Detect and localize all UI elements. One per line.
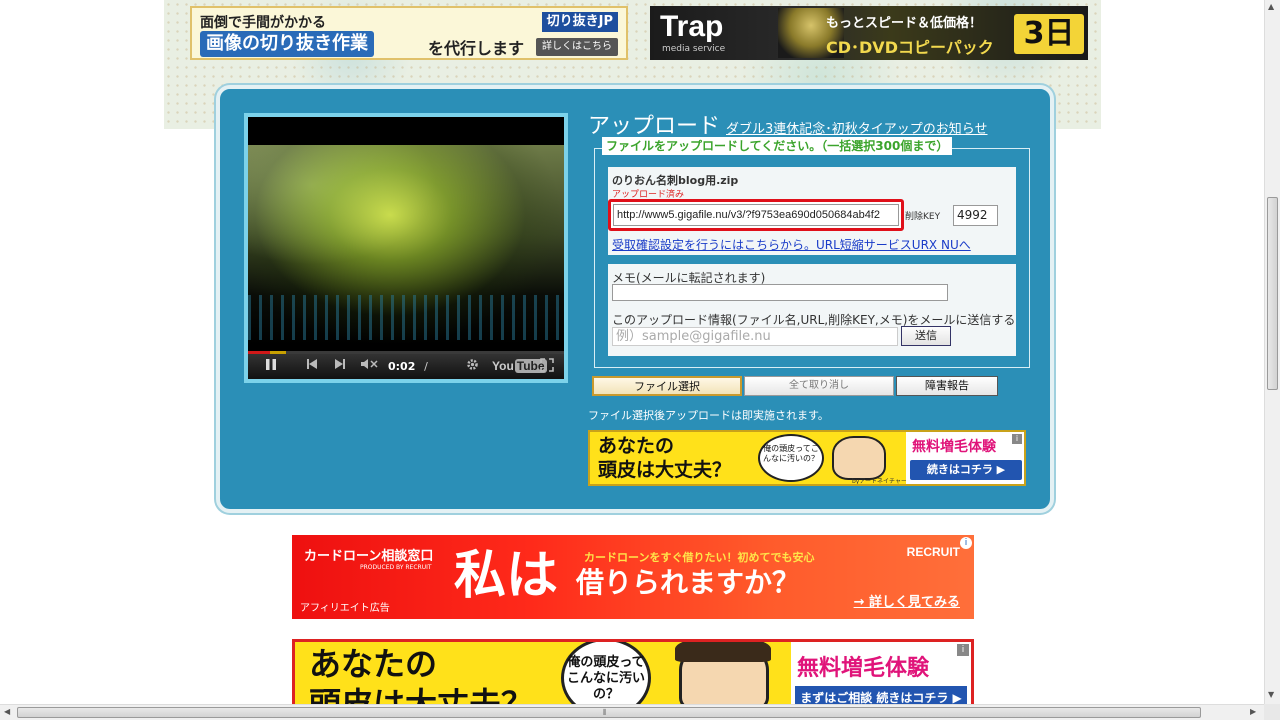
ad-recruit-sub2: 借りられますか？ <box>576 566 801 599</box>
uploaded-file-name: のりおん名刺blog用.zip <box>612 174 739 187</box>
kirinuki-logo: 切り抜きJP <box>541 12 618 32</box>
receipt-confirm-link[interactable]: 受取確認設定を行うにはこちらから。URL短縮サービスURX NUへ <box>612 236 971 253</box>
fullscreen-icon[interactable] <box>538 358 556 375</box>
ad-large-headline-1: あなたの <box>309 645 438 683</box>
trap-sub: media service <box>662 44 726 54</box>
ad-small-headline-1: あなたの <box>598 435 675 457</box>
days-badge: 3日 <box>1014 14 1084 54</box>
download-url-field[interactable]: http://www5.gigafile.nu/v3/?f9753ea690d0… <box>613 204 899 226</box>
horizontal-scrollbar[interactable]: ◀ ⦀ ▶ <box>0 704 1264 720</box>
ad-small-speech-bubble: 俺の頭皮ってこんなに汚いの？ <box>758 434 824 482</box>
ad-recruit-info-icon[interactable]: i <box>960 537 972 549</box>
gear-icon[interactable] <box>464 358 480 375</box>
next-icon[interactable] <box>332 358 348 375</box>
video-frame-image <box>248 145 564 345</box>
video-controls: 0:02 / 0:31 YouTube <box>248 354 564 379</box>
video-player[interactable]: 0:02 / 0:31 YouTube <box>248 117 564 379</box>
ad-info-icon[interactable]: i <box>1012 434 1022 444</box>
trap-logo: Trap <box>660 10 724 43</box>
ad-large-title: 無料増毛体験 <box>797 656 930 681</box>
ad-large-character-hair <box>675 642 771 662</box>
ad-small-title: 無料増毛体験 <box>912 439 996 455</box>
delete-key-label: 削除KEY <box>905 212 941 222</box>
horizontal-scroll-thumb[interactable]: ⦀ <box>17 707 1201 718</box>
video-crowd <box>248 295 564 340</box>
video-time-current: 0:02 <box>388 360 416 373</box>
banner-left-line1: 面倒で手間がかかる <box>200 15 326 31</box>
youtube-logo[interactable]: You Tube <box>492 358 547 375</box>
send-info-text: このアップロード情報(ファイル名,URL,削除KEY,メモ)をメールに送信する <box>612 313 1016 327</box>
ad-small-cta[interactable]: 続きはコチラ ▶ <box>910 460 1022 480</box>
ad-small-character <box>832 436 886 480</box>
ad-small-credit: byアートネイチャー <box>852 478 907 485</box>
trap-banner[interactable]: Trap media service もっとスピード＆低価格！ CD･DVDコピ… <box>650 6 1088 60</box>
volume-muted-icon[interactable] <box>358 358 380 375</box>
video-player-frame: 0:02 / 0:31 YouTube <box>244 113 568 383</box>
delete-key-field[interactable]: 4992 <box>953 205 998 226</box>
scroll-grip-icon: ⦀ <box>603 708 607 717</box>
ad-small-right: 無料増毛体験 続きはコチラ ▶ <box>906 432 1024 484</box>
youtube-logo-you: You <box>492 359 514 373</box>
scroll-down-icon[interactable]: ▼ <box>1268 690 1274 699</box>
video-time-total: / 0:31 <box>414 360 439 379</box>
hair-ad-large[interactable]: あなたの 頭皮は大丈夫？ 俺の頭皮ってこんなに汚いの？ 無料増毛体験 まずはご相… <box>292 639 974 709</box>
ad-small-headline-2: 頭皮は大丈夫？ <box>598 459 732 481</box>
ad-recruit-head: カードローン相談窓口 <box>304 549 434 564</box>
prev-icon[interactable] <box>304 358 320 375</box>
file-select-button[interactable]: ファイル選択 <box>592 376 742 396</box>
send-button[interactable]: 送信 <box>901 326 951 346</box>
hair-ad-small[interactable]: あなたの 頭皮は大丈夫？ 俺の頭皮ってこんなに汚いの？ byアートネイチャー 無… <box>588 430 1026 486</box>
scroll-up-icon[interactable]: ▲ <box>1268 2 1274 11</box>
ad-recruit-big-text: 私は <box>454 546 559 606</box>
ad-recruit-affiliate: アフィリエイト広告 <box>300 603 390 614</box>
banner-left-line2: 画像の切り抜き作業 <box>200 31 374 57</box>
card-loan-ad[interactable]: カードローン相談窓口 PRODUCED BY RECRUIT 私は カードローン… <box>292 535 974 619</box>
vertical-scrollbar[interactable]: ▲ ▼ <box>1264 0 1280 704</box>
vertical-scroll-thumb[interactable] <box>1267 197 1278 390</box>
banner-right-line2: CD･DVDコピーパック <box>826 38 994 57</box>
pause-icon[interactable] <box>262 358 280 375</box>
ad-recruit-cta[interactable]: → 詳しく見てみる <box>854 591 960 610</box>
ad-small-headline: あなたの 頭皮は大丈夫？ <box>598 434 731 482</box>
cancel-all-button[interactable]: 全て取り消し <box>744 376 894 396</box>
notice-link[interactable]: ダブル3連休記念･初秋タイアップのお知らせ <box>726 118 988 137</box>
scroll-right-icon[interactable]: ▶ <box>1250 707 1256 716</box>
scroll-left-icon[interactable]: ◀ <box>4 707 10 716</box>
banner-left-line3: を代行します <box>428 39 525 58</box>
ad-large-info-icon[interactable]: i <box>957 644 969 656</box>
upload-legend: ファイルをアップロードしてください。（一括選択300個まで） <box>602 137 953 155</box>
auto-upload-note: ファイル選択後アップロードは即実施されます。 <box>588 409 829 422</box>
recruit-logo: RECRUIT <box>906 545 960 559</box>
kirinuki-banner[interactable]: 面倒で手間がかかる 画像の切り抜き作業 を代行します 切り抜きJP 詳しくはこち… <box>190 6 628 60</box>
ad-large-right: 無料増毛体験 まずはご相談 続きはコチラ ▶ <box>791 642 971 706</box>
ad-large-headline: あなたの 頭皮は大丈夫？ <box>309 644 533 706</box>
memo-textarea[interactable] <box>612 284 948 301</box>
banner-left-more[interactable]: 詳しくはこちら <box>536 38 618 56</box>
ad-recruit-sub1: カードローンをすぐ借りたい！初めてでも安心 <box>584 551 815 564</box>
scroll-corner <box>1264 704 1280 720</box>
upload-title: アップロード <box>588 114 721 139</box>
banner-right-line1: もっとスピード＆低価格！ <box>826 16 983 31</box>
email-field[interactable]: 例）sample@gigafile.nu <box>612 327 898 346</box>
report-issue-button[interactable]: 障害報告 <box>896 376 998 396</box>
ad-recruit-produced: PRODUCED BY RECRUIT <box>360 564 432 571</box>
ad-large-speech-bubble: 俺の頭皮ってこんなに汚いの？ <box>561 642 651 706</box>
